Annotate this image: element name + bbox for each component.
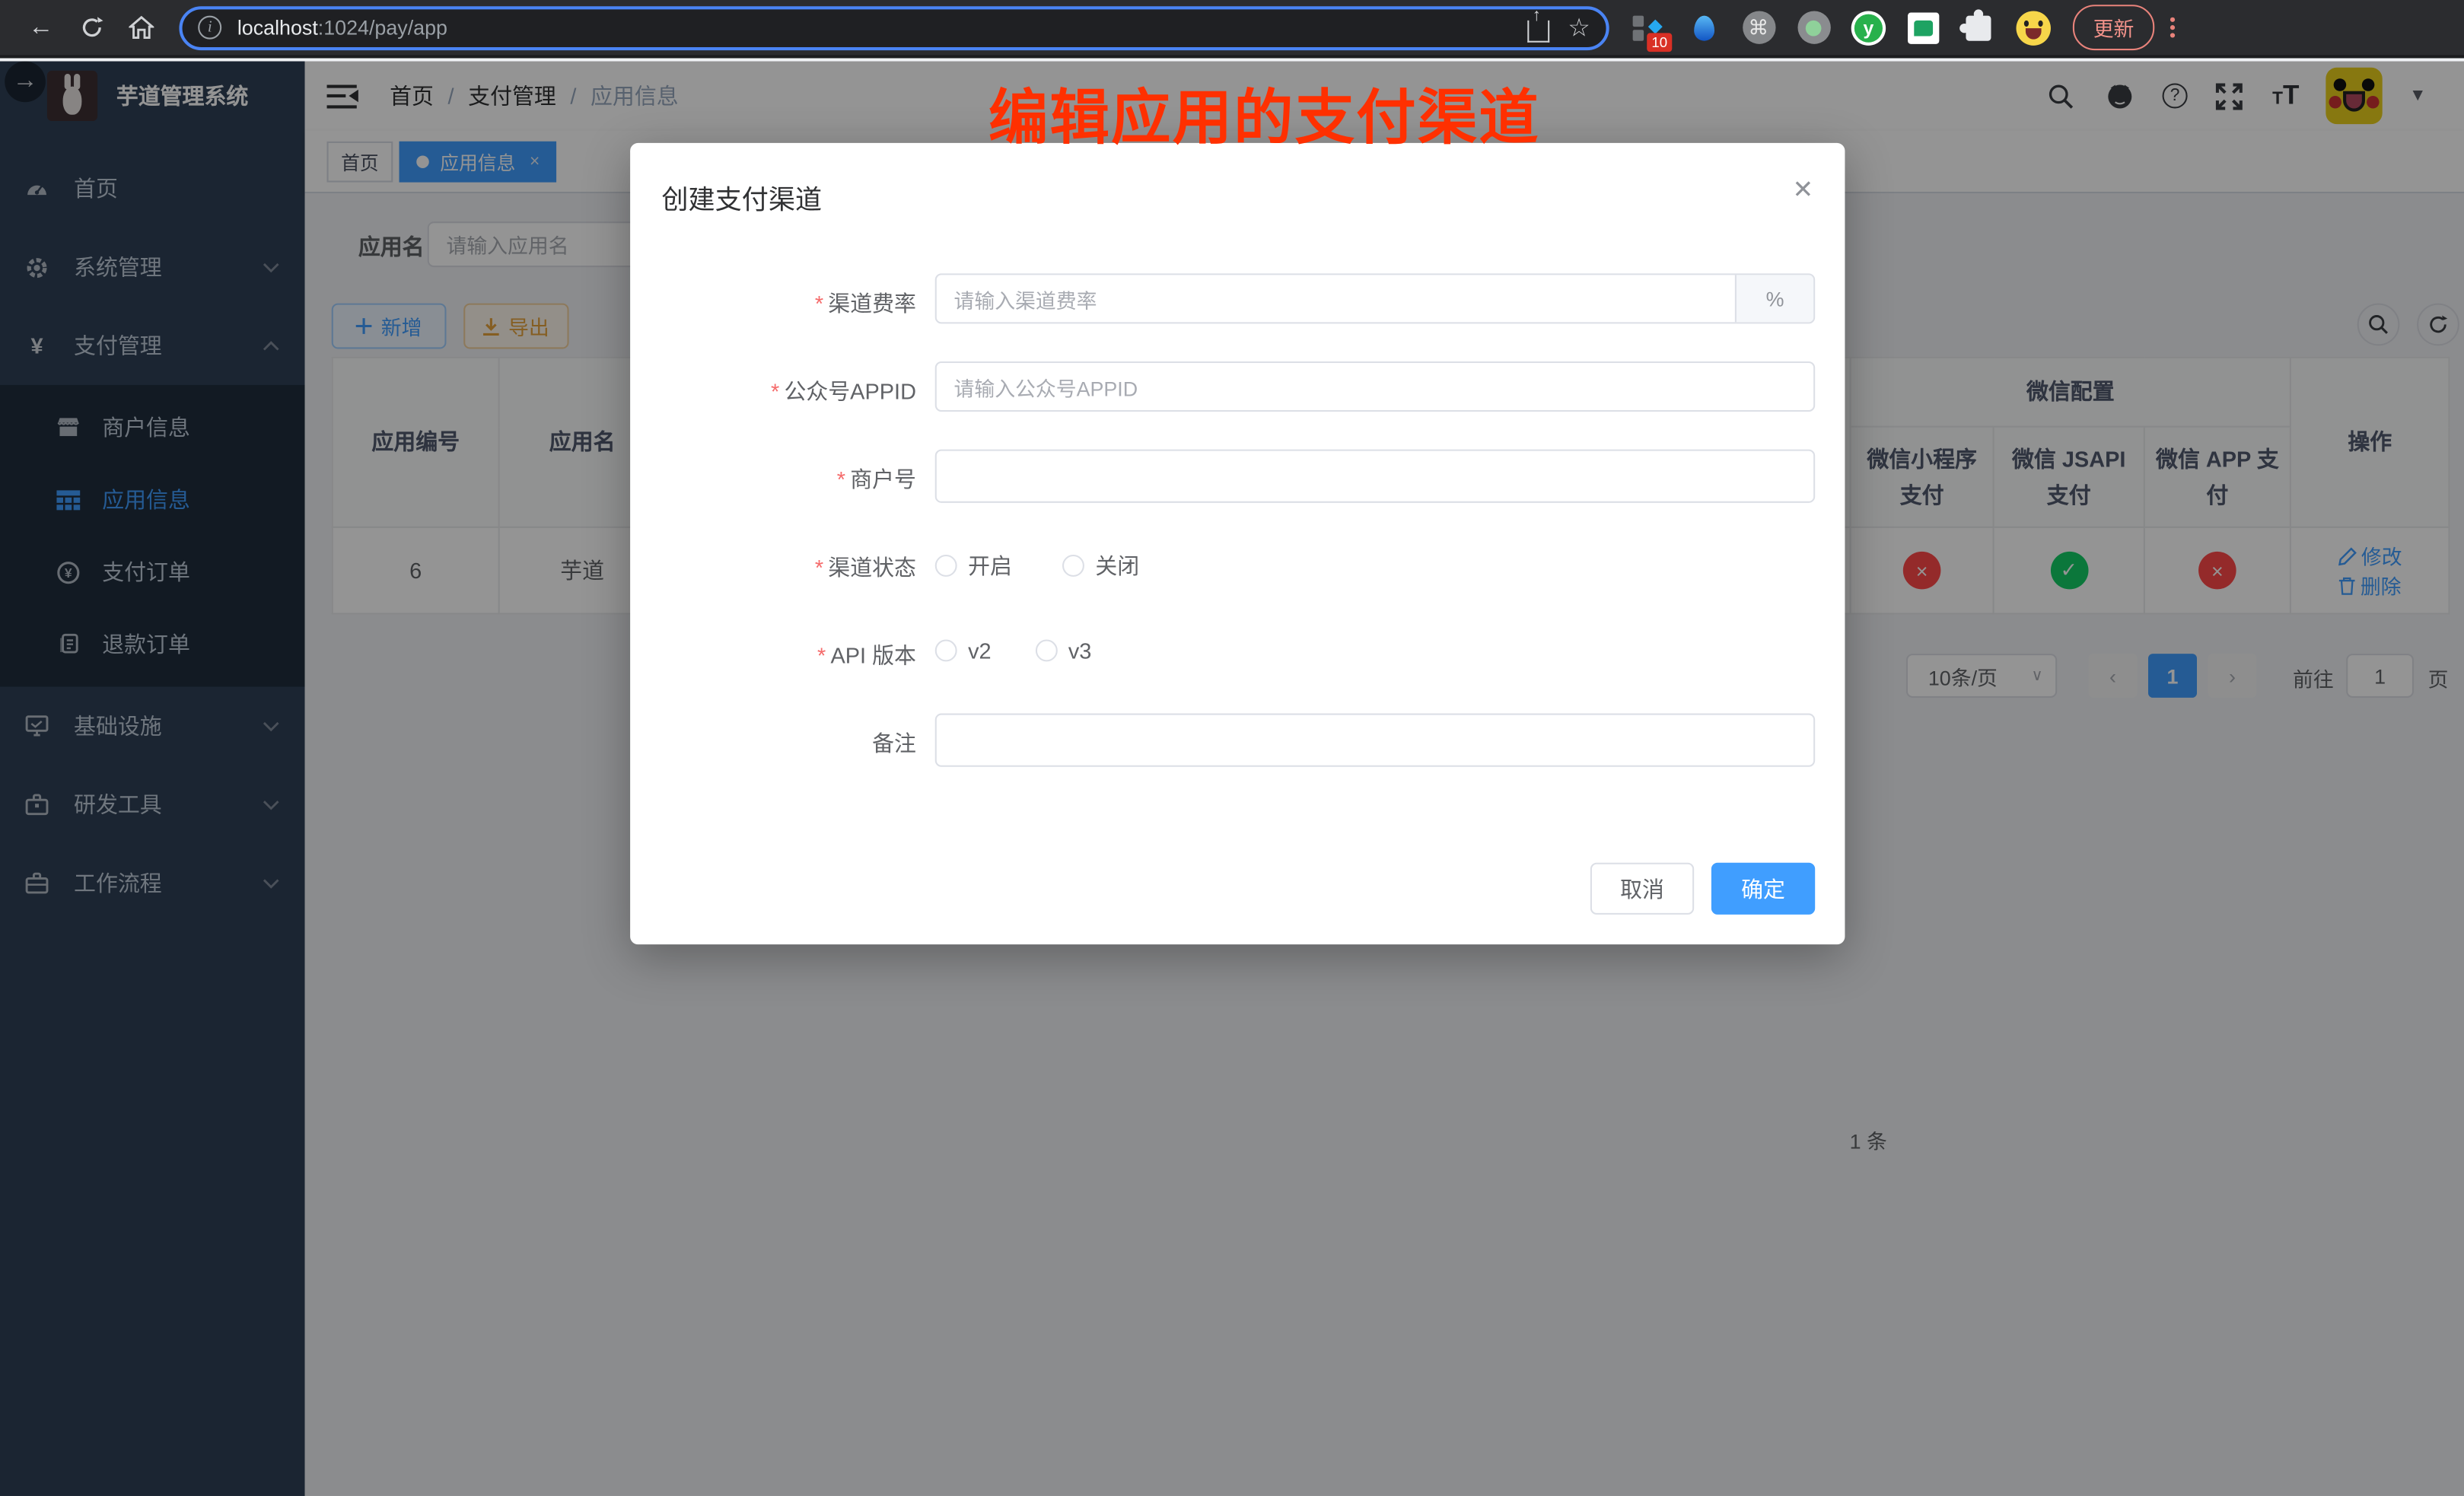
required-asterisk: * (815, 555, 823, 580)
url-path: :1024/pay/app (318, 16, 447, 40)
dialog-title: 创建支付渠道 (661, 177, 822, 217)
extension-balloon-icon[interactable] (1686, 10, 1721, 44)
required-asterisk: * (771, 379, 779, 404)
remark-label: 备注 (649, 727, 916, 759)
share-icon[interactable] (1527, 20, 1549, 42)
browser-toolbar: ← → i localhost:1024/pay/app ☆ ◆ 10 ⌘ y (0, 0, 2464, 58)
api-v3-radio[interactable]: v3 (1035, 638, 1091, 663)
extension-y-icon[interactable]: y (1851, 10, 1886, 44)
label-text: API 版本 (830, 643, 915, 668)
api-v2-radio[interactable]: v2 (935, 638, 992, 663)
remark-input[interactable] (935, 714, 1815, 767)
extension-tabs-icon[interactable]: ◆ 10 (1632, 10, 1666, 44)
extensions-row: ◆ 10 ⌘ y (1632, 10, 2051, 44)
status-radio-group: 开启 关闭 (935, 550, 1139, 581)
url-host: localhost (237, 16, 318, 40)
input-placeholder: 请输入公众号APPID (937, 371, 1155, 401)
extension-dot-icon[interactable] (1796, 10, 1830, 44)
annotation-text: 编辑应用的支付渠道 (988, 69, 1540, 156)
confirm-button[interactable]: 确定 (1711, 863, 1815, 915)
api-version-radio-group: v2 v3 (935, 638, 1092, 663)
status-label: *渠道状态 (649, 552, 916, 583)
required-asterisk: * (837, 466, 845, 492)
profile-avatar-icon[interactable] (2017, 10, 2051, 44)
label-text: 渠道状态 (828, 555, 916, 580)
screen: ← → i localhost:1024/pay/app ☆ ◆ 10 ⌘ y (0, 0, 2464, 1496)
label-text: 公众号APPID (784, 379, 916, 404)
label-text: 备注 (872, 730, 916, 756)
extension-badge: 10 (1647, 32, 1672, 51)
status-on-radio[interactable]: 开启 (935, 550, 1012, 581)
radio-label: 开启 (968, 550, 1012, 581)
browser-menu-icon[interactable] (2170, 18, 2175, 38)
forward-icon[interactable]: → (5, 62, 46, 103)
radio-circle-icon (935, 639, 957, 661)
radio-label: v2 (968, 638, 992, 663)
label-text: 渠道费率 (828, 291, 916, 316)
reload-icon[interactable] (71, 7, 112, 48)
rate-label: *渠道费率 (649, 288, 916, 319)
status-off-radio[interactable]: 关闭 (1062, 550, 1139, 581)
home-icon[interactable] (121, 7, 162, 48)
extension-chat-icon[interactable] (1906, 10, 1940, 44)
rate-suffix: % (1735, 275, 1813, 322)
mch-input[interactable] (935, 450, 1815, 503)
label-text: 商户号 (850, 466, 916, 492)
appid-input[interactable]: 请输入公众号APPID (935, 361, 1815, 412)
radio-circle-icon (1062, 555, 1084, 577)
required-asterisk: * (815, 291, 823, 316)
url-text[interactable]: localhost:1024/pay/app (237, 16, 447, 40)
appid-label: *公众号APPID (649, 376, 916, 407)
dialog-close-icon[interactable]: ✕ (1792, 174, 1813, 205)
extension-command-icon[interactable]: ⌘ (1741, 10, 1775, 44)
address-bar[interactable]: i localhost:1024/pay/app ☆ (179, 5, 1609, 49)
input-placeholder: 请输入渠道费率 (937, 284, 1114, 314)
browser-update-button[interactable]: 更新 (2073, 5, 2154, 50)
radio-circle-icon (1035, 639, 1057, 661)
radio-label: 关闭 (1095, 550, 1139, 581)
site-info-icon[interactable]: i (198, 16, 221, 40)
rate-input[interactable]: 请输入渠道费率 % (935, 273, 1815, 323)
required-asterisk: * (817, 643, 826, 668)
back-icon[interactable]: ← (21, 7, 62, 48)
radio-circle-icon (935, 555, 957, 577)
radio-label: v3 (1068, 638, 1092, 663)
api-version-label: *API 版本 (649, 639, 916, 670)
mch-label: *商户号 (649, 463, 916, 495)
cancel-button[interactable]: 取消 (1590, 863, 1694, 915)
extensions-puzzle-icon[interactable] (1961, 10, 1995, 44)
bookmark-star-icon[interactable]: ☆ (1568, 11, 1590, 43)
create-pay-channel-dialog: 创建支付渠道 ✕ *渠道费率 请输入渠道费率 % *公众号APPID 请输入公众… (630, 143, 1845, 944)
